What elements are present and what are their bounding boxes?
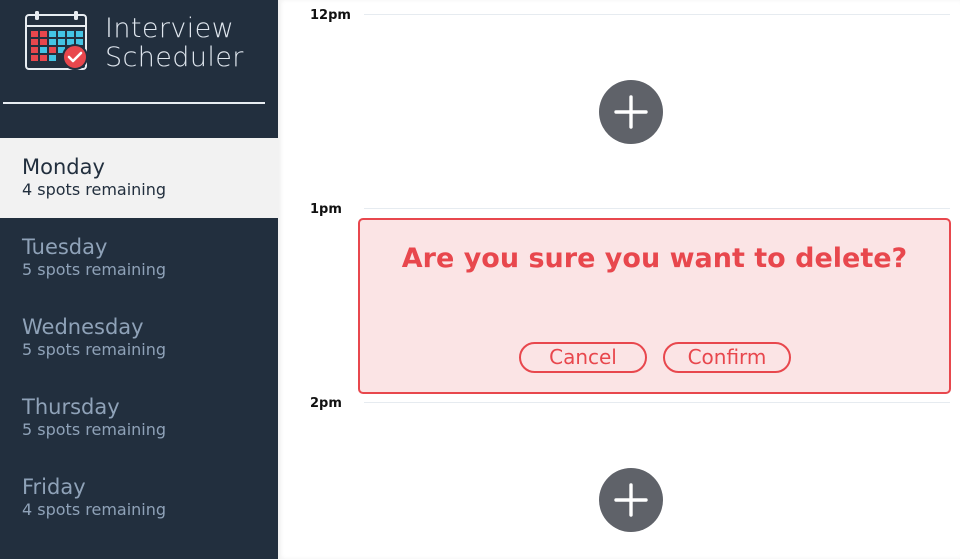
day-spots: 5 spots remaining (22, 260, 167, 279)
cancel-button[interactable]: Cancel (519, 342, 647, 373)
day-name: Monday (22, 155, 105, 179)
plus-icon (614, 95, 648, 129)
confirm-button[interactable]: Confirm (663, 342, 791, 373)
day-item-thursday[interactable]: Thursday 5 spots remaining (0, 378, 278, 458)
day-spots: 5 spots remaining (22, 340, 167, 359)
day-item-wednesday[interactable]: Wednesday 5 spots remaining (0, 298, 278, 378)
time-label-12pm: 12pm (310, 8, 351, 23)
day-name: Friday (22, 475, 86, 499)
day-spots: 4 spots remaining (22, 500, 167, 519)
app-root: Interview Scheduler Monday 4 spots remai… (0, 0, 960, 559)
time-divider (364, 14, 950, 15)
app-title-line2: Scheduler (105, 42, 244, 73)
app-title-line1: Interview (105, 13, 235, 44)
day-name: Tuesday (22, 235, 108, 259)
time-label-2pm: 2pm (310, 396, 342, 411)
delete-confirm-dialog: Are you sure you want to delete? Cancel … (358, 218, 951, 394)
schedule: 12pm 1pm Are you sure you want to delete… (278, 0, 960, 559)
day-spots: 4 spots remaining (22, 180, 167, 199)
sidebar-divider (3, 102, 265, 104)
calendar-check-icon (25, 11, 88, 70)
day-item-monday[interactable]: Monday 4 spots remaining (0, 138, 278, 218)
plus-icon (614, 483, 648, 517)
day-name: Thursday (22, 395, 120, 419)
add-appointment-button[interactable] (599, 468, 663, 532)
confirm-message: Are you sure you want to delete? (401, 243, 908, 274)
time-divider (364, 402, 950, 403)
day-list: Monday 4 spots remaining Tuesday 5 spots… (0, 138, 278, 538)
sidebar: Interview Scheduler Monday 4 spots remai… (0, 0, 278, 559)
day-spots: 5 spots remaining (22, 420, 167, 439)
day-name: Wednesday (22, 315, 144, 339)
time-label-1pm: 1pm (310, 202, 342, 217)
add-appointment-button[interactable] (599, 80, 663, 144)
brand: Interview Scheduler (24, 10, 274, 72)
app-title: Interview Scheduler (105, 14, 244, 72)
day-item-tuesday[interactable]: Tuesday 5 spots remaining (0, 218, 278, 298)
time-divider (364, 208, 950, 209)
day-item-friday[interactable]: Friday 4 spots remaining (0, 458, 278, 538)
